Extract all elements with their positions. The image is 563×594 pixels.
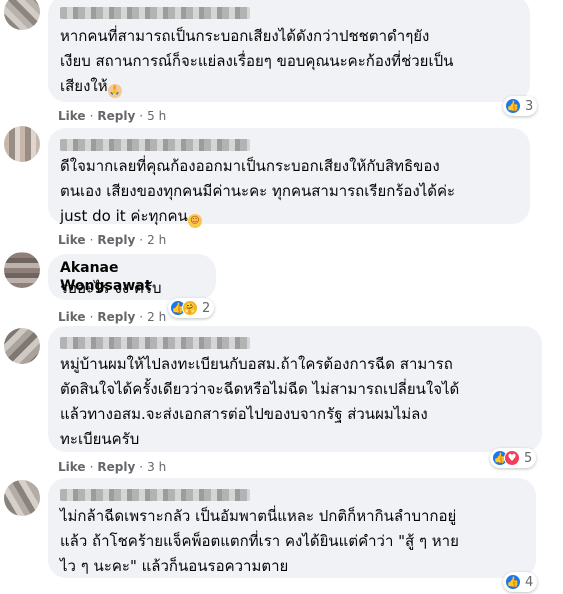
folded-hands-icon: 🙏	[107, 84, 122, 98]
comment-text: ดีใจมากเลยที่คุณก้องออกมาเป็นกระบอกเสียง…	[60, 157, 456, 228]
reply-button[interactable]: Reply	[97, 460, 135, 474]
avatar[interactable]	[4, 480, 40, 516]
blurred-name	[60, 337, 250, 349]
like-button[interactable]: Like	[58, 460, 86, 474]
comment-bubble: ไม่กล้าฉีดเพราะกลัว เป็นอัมพาตนี่แหละ ปก…	[48, 478, 536, 578]
comment-text: หากคนที่สามารถเป็นกระบอกเสียงได้ดังกว่าป…	[60, 27, 454, 98]
commenter-name[interactable]	[60, 4, 518, 22]
comment-time[interactable]: 2 h	[147, 233, 166, 247]
like-button[interactable]: Like	[58, 310, 86, 324]
like-button[interactable]: Like	[58, 109, 86, 123]
blurred-name	[60, 7, 250, 19]
comment-bubble: หากคนที่สามารถเป็นกระบอกเสียงได้ดังกว่าป…	[48, 0, 530, 102]
commenter-name[interactable]: Akanae Wongsawat	[60, 259, 204, 294]
reaction-count: 3	[525, 98, 534, 114]
comment-text: รออะไร งง ครับ	[60, 279, 162, 297]
reaction-count: 5	[524, 450, 533, 466]
comment-text: ไม่กล้าฉีดเพราะกลัว เป็นอัมพาตนี่แหละ ปก…	[60, 507, 459, 575]
reaction-summary[interactable]: 👍 3	[503, 96, 538, 116]
comment-bubble: ดีใจมากเลยที่คุณก้องออกมาเป็นกระบอกเสียง…	[48, 128, 530, 228]
reaction-count: 4	[525, 574, 534, 590]
reaction-summary[interactable]: 👍 ♥ 5	[490, 448, 537, 468]
reaction-count: 2	[202, 300, 211, 316]
blurred-name	[60, 489, 250, 501]
avatar[interactable]	[4, 0, 40, 30]
care-reaction-icon: 🤗	[182, 300, 198, 316]
commenter-name[interactable]	[60, 136, 518, 154]
comment-actions: Like · Reply · 2 h	[58, 233, 167, 247]
reply-button[interactable]: Reply	[97, 310, 135, 324]
comment-time[interactable]: 2 h	[147, 310, 166, 324]
smiling-face-icon: ☺	[187, 214, 202, 228]
reaction-summary[interactable]: 👍 4	[503, 572, 538, 592]
reaction-summary[interactable]: 👍 🤗 2	[168, 298, 215, 318]
commenter-name[interactable]	[60, 334, 530, 352]
comment-actions: Like · Reply · 5 h	[58, 109, 167, 123]
comment-time[interactable]: 5 h	[147, 109, 166, 123]
comment-actions: Like · Reply · 2 h	[58, 310, 167, 324]
comment-bubble: Akanae Wongsawat รออะไร งง ครับ	[48, 254, 216, 300]
comment-text: หมู่บ้านผมให้ไปลงทะเบียนกับอสม.ถ้าใครต้อ…	[60, 355, 460, 448]
comment-bubble: หมู่บ้านผมให้ไปลงทะเบียนกับอสม.ถ้าใครต้อ…	[48, 326, 542, 452]
avatar[interactable]	[4, 328, 40, 364]
blurred-name	[60, 139, 250, 151]
reply-button[interactable]: Reply	[97, 109, 135, 123]
like-button[interactable]: Like	[58, 233, 86, 247]
avatar[interactable]	[4, 126, 40, 162]
like-reaction-icon: 👍	[505, 98, 521, 114]
avatar[interactable]	[4, 252, 40, 288]
comment-actions: Like · Reply · 3 h	[58, 460, 167, 474]
commenter-name[interactable]	[60, 486, 524, 504]
love-reaction-icon: ♥	[504, 450, 520, 466]
comment-time[interactable]: 3 h	[147, 460, 166, 474]
reply-button[interactable]: Reply	[97, 233, 135, 247]
like-reaction-icon: 👍	[505, 574, 521, 590]
